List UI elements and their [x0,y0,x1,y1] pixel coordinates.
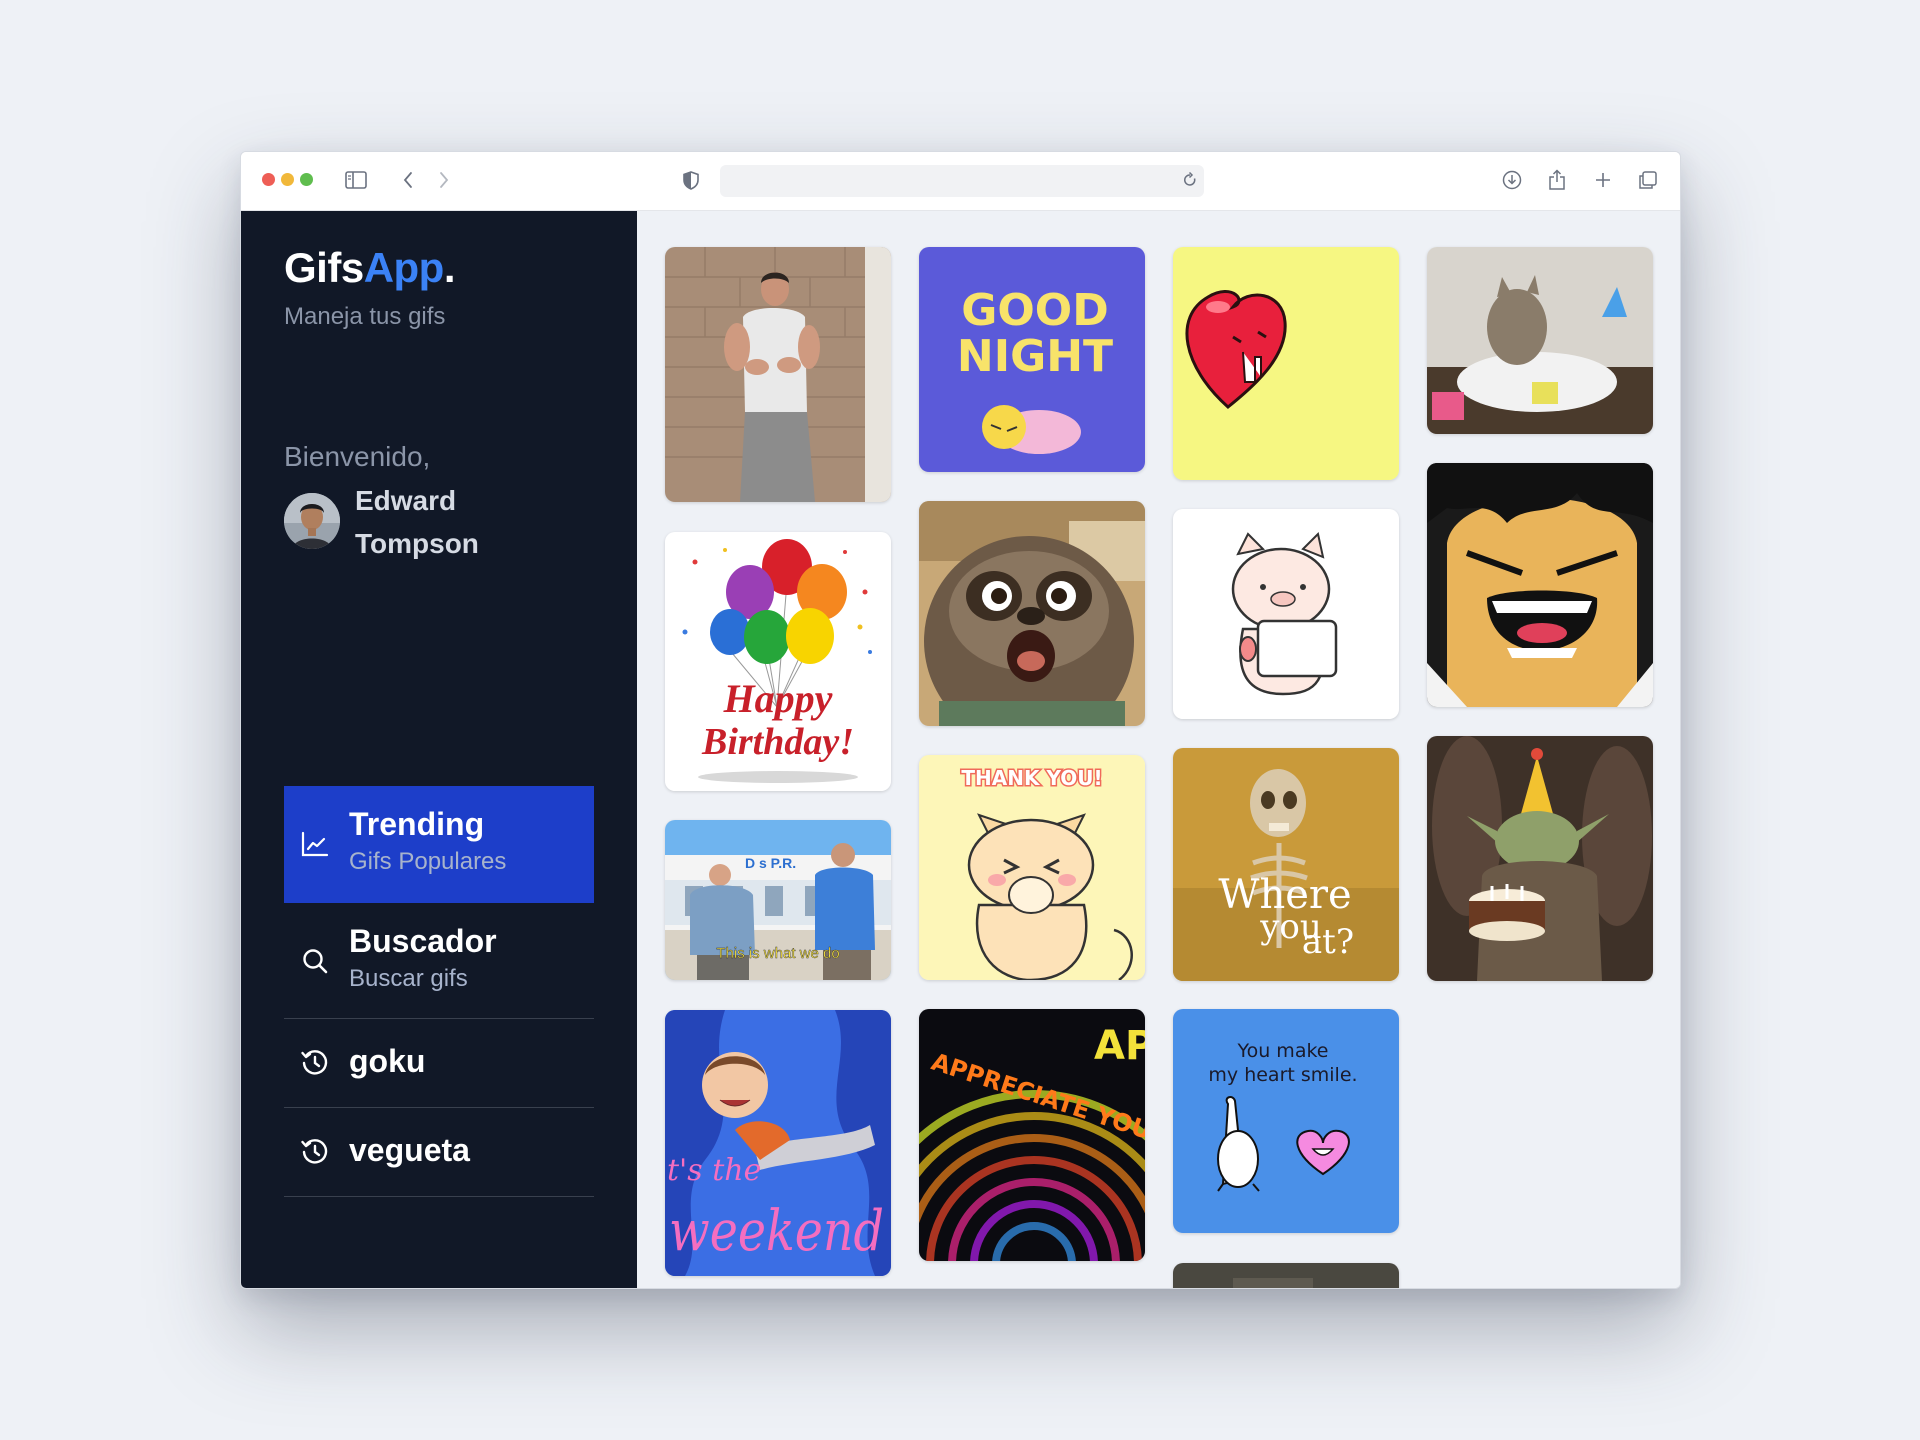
gif-card-heart-yawn[interactable] [1173,247,1399,480]
welcome-text: Bienvenido, [284,441,431,472]
gif-card-this-is-what-we-do[interactable]: D s P.R. This is what we do [665,820,891,980]
search-icon [300,946,330,976]
maximize-window-button[interactable] [300,173,313,186]
gif-card-where-you-at[interactable]: Where you at? [1173,748,1399,981]
gif-text-night: NIGHT [957,331,1113,382]
nav-trending-title: Trending [349,806,485,842]
gif-text-you-make: You make [1237,1040,1329,1062]
browser-toolbar [241,152,1680,211]
gif-card-cats-party[interactable] [1427,247,1653,434]
nav-search-title: Buscador [349,923,497,959]
gif-card-sloth[interactable] [919,501,1145,726]
nav-trending-subtitle: Gifs Populares [349,848,507,875]
gif-text-weekend-2: weekend [669,1199,884,1264]
brand-name: Gifs [284,244,364,291]
privacy-shield-icon[interactable] [679,168,703,192]
reload-icon[interactable] [1182,170,1198,195]
gif-card-partial[interactable] [1173,1263,1399,1288]
gif-text-at: at? [1302,922,1354,962]
user-name: Edward Tompson [355,479,555,565]
brand-dot: . [443,244,456,291]
gif-text-thank-you: THANK YOU! [961,766,1102,790]
share-icon[interactable] [1545,168,1569,192]
new-tab-icon[interactable] [1591,168,1615,192]
gif-card-heart-smile[interactable]: You make my heart smile. [1173,1009,1399,1233]
gif-card-good-night[interactable]: GOOD NIGHT [919,247,1145,472]
gif-card-happy-birthday[interactable]: Happy Birthday! [665,532,891,791]
sidebar: GifsApp. Maneja tus gifs Bienvenido, Edw… [241,211,637,1288]
svg-text:D s P.R.: D s P.R. [745,855,796,871]
user-last-name: Tompson [355,528,479,559]
gif-text-heart-smile: my heart smile. [1208,1064,1357,1086]
history-item-goku[interactable]: goku [284,1019,594,1107]
svg-text:AP: AP [1094,1023,1145,1069]
brand-accent: App [363,244,445,291]
divider [284,1196,594,1197]
brand-subtitle: Maneja tus gifs [284,303,446,330]
download-icon[interactable] [1500,168,1524,192]
gif-card-man-wall[interactable] [665,247,891,502]
history-label: vegueta [349,1132,470,1168]
tab-overview-icon[interactable] [1636,168,1660,192]
gif-card-vegeta-laugh[interactable] [1427,463,1653,707]
history-icon [300,1137,330,1167]
address-bar[interactable] [720,165,1204,197]
nav-trending[interactable]: Trending Gifs Populares [284,786,594,903]
gif-text-birthday: Birthday! [701,721,854,763]
browser-window: GifsApp. Maneja tus gifs Bienvenido, Edw… [240,151,1681,1289]
gif-card-weekend-baby[interactable]: t's the weekend [665,1010,891,1276]
gif-card-pig-sign[interactable] [1173,509,1399,719]
minimize-window-button[interactable] [281,173,294,186]
forward-icon[interactable] [432,168,456,192]
history-item-vegueta[interactable]: vegueta [284,1108,594,1196]
gif-text-good: GOOD [961,285,1108,336]
trending-chart-icon [300,829,330,859]
gif-card-appreciate-you[interactable]: APPRECIATE YOU AP [919,1009,1145,1261]
history-label: goku [349,1043,426,1079]
gif-text-happy: Happy [723,676,833,721]
app-logo: GifsApp. [284,244,456,292]
avatar [284,493,340,549]
user-first-name: Edward [355,485,457,516]
sidebar-toggle-icon[interactable] [344,168,368,192]
gif-text-weekend-1: t's the [667,1153,761,1188]
history-icon [300,1048,330,1078]
gif-grid: Happy Birthday! D s P.R. This is what we [637,211,1680,1288]
nav-search-subtitle: Buscar gifs [349,965,468,992]
gif-text-this-is-what-we-do: This is what we do [716,945,839,962]
back-icon[interactable] [396,168,420,192]
nav-search[interactable]: Buscador Buscar gifs [284,903,594,1019]
gif-card-thank-you-cat[interactable]: THANK YOU! [919,755,1145,980]
close-window-button[interactable] [262,173,275,186]
gif-card-yoda-cake[interactable] [1427,736,1653,981]
